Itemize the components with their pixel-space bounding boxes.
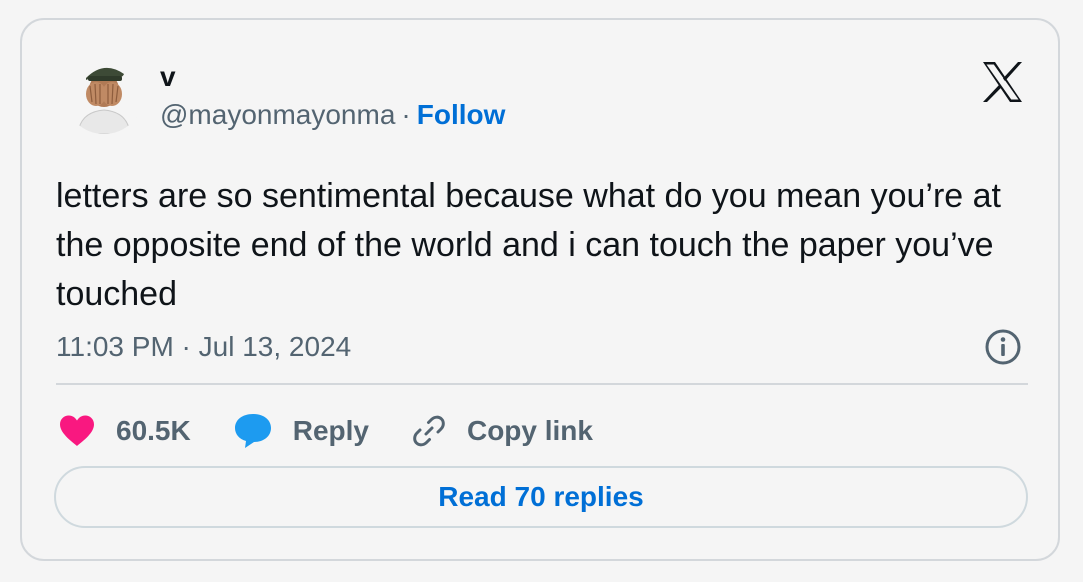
avatar-image xyxy=(64,54,144,134)
x-logo-icon[interactable] xyxy=(978,58,1026,106)
copy-link-button[interactable]: Copy link xyxy=(411,413,593,449)
copy-link-label: Copy link xyxy=(466,415,593,446)
reply-button[interactable]: Reply xyxy=(233,412,369,450)
handle-row: @mayonmayonma · Follow xyxy=(160,98,505,132)
like-button[interactable]: 60.5K xyxy=(58,414,191,448)
separator-dot: · xyxy=(401,99,411,130)
avatar[interactable] xyxy=(64,54,144,134)
heart-icon xyxy=(60,415,94,446)
tweet-timestamp[interactable]: 11:03 PM · Jul 13, 2024 xyxy=(56,330,351,364)
tweet-header: v @mayonmayonma · Follow xyxy=(64,54,1028,144)
follow-button[interactable]: Follow xyxy=(417,99,506,130)
like-count: 60.5K xyxy=(116,415,191,446)
divider xyxy=(56,383,1028,385)
author-handle[interactable]: @mayonmayonma xyxy=(160,99,395,130)
tweet-card: v @mayonmayonma · Follow letters are so se… xyxy=(20,18,1060,561)
tweet-text: letters are so sentimental because what … xyxy=(56,177,1001,313)
info-icon[interactable] xyxy=(984,328,1022,366)
speech-bubble-icon xyxy=(234,414,271,448)
action-bar: 60.5K Reply Copy link xyxy=(58,406,635,456)
author-name[interactable]: v xyxy=(160,60,176,94)
reply-label: Reply xyxy=(292,415,369,446)
link-icon xyxy=(413,415,445,447)
read-replies-button[interactable]: Read 70 replies xyxy=(54,466,1028,528)
